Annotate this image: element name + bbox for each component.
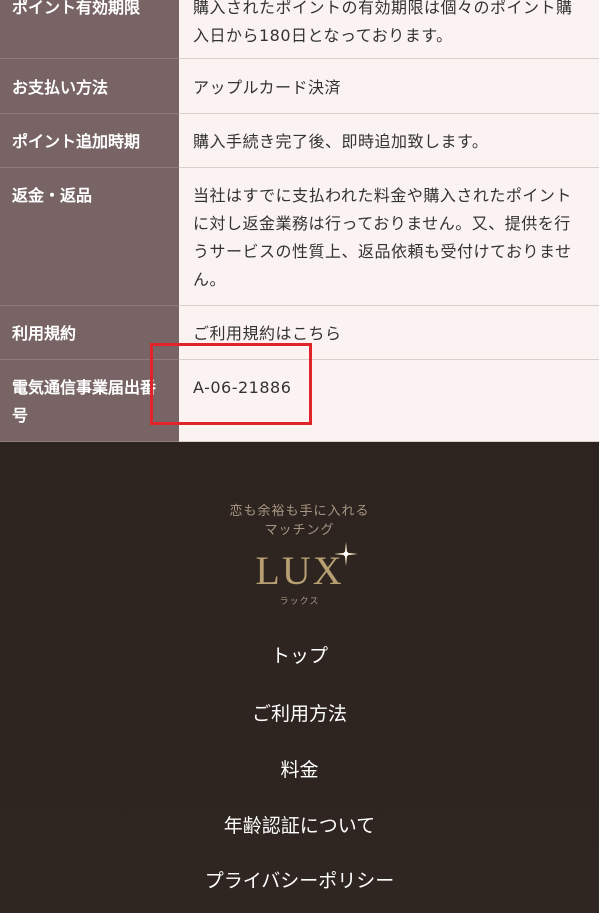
table-row: ポイント追加時期 購入手続き完了後、即時追加致します。 (0, 114, 599, 168)
table-row: ポイント有効期限 購入されたポイントの有効期限は個々のポイント購入日から180日… (0, 0, 599, 59)
footer-nav-age-verification[interactable]: 年齢認証について (0, 814, 599, 838)
brand-logo-text: LUX (0, 542, 599, 594)
table-row: お支払い方法 アップルカード決済 (0, 59, 599, 114)
footer-nav-top[interactable]: トップ (0, 644, 599, 668)
row-value: アップルカード決済 (179, 59, 599, 114)
brand-kana: ラックス (279, 597, 320, 607)
sparkle-icon (334, 542, 358, 566)
footer-nav-pricing[interactable]: 料金 (0, 758, 599, 782)
row-label: ポイント有効期限 (0, 0, 179, 59)
row-label: 返金・返品 (0, 168, 179, 306)
brand-name: LUX (255, 548, 344, 593)
row-label: ポイント追加時期 (0, 114, 179, 168)
logo-tagline: 恋も余裕も手に入れる (229, 504, 370, 519)
logo[interactable]: 恋も余裕も手に入れる マッチング (0, 502, 599, 540)
highlight-box (150, 343, 312, 425)
logo-tagline-sub: マッチング (264, 523, 335, 538)
footer-nav-usage[interactable]: ご利用方法 (0, 702, 599, 726)
row-value: 当社はすでに支払われた料金や購入されたポイントに対し返金業務は行っておりません。… (179, 168, 599, 306)
row-value: 購入されたポイントの有効期限は個々のポイント購入日から180日となっております。 (179, 0, 599, 59)
footer-nav-privacy-policy[interactable]: プライバシーポリシー (0, 869, 599, 893)
table-row: 返金・返品 当社はすでに支払われた料金や購入されたポイントに対し返金業務は行って… (0, 168, 599, 306)
row-label: お支払い方法 (0, 59, 179, 114)
row-value: 購入手続き完了後、即時追加致します。 (179, 114, 599, 168)
footer: 恋も余裕も手に入れる マッチング LUX ラックス トップ ご利用方法 料金 年… (0, 442, 599, 913)
